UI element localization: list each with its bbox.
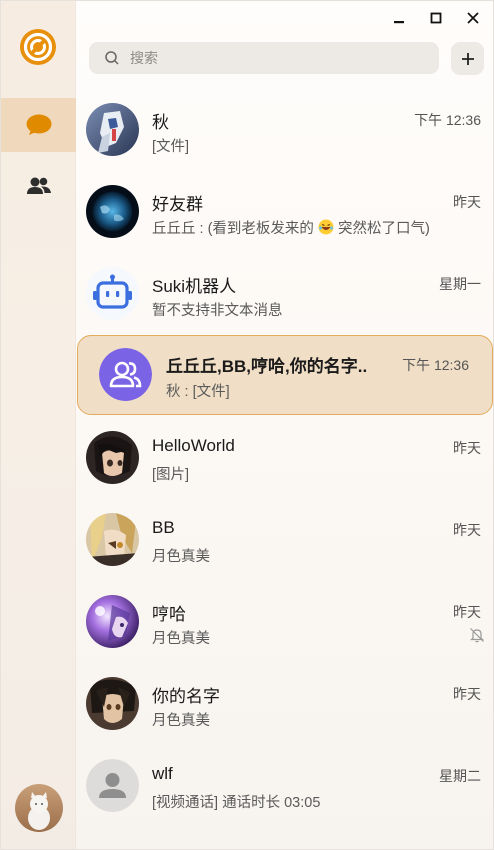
chat-name: BB xyxy=(152,518,175,537)
preview-text: 丘丘丘 : (看到老板发来的 xyxy=(152,221,314,237)
group-icon xyxy=(99,348,152,401)
add-button[interactable] xyxy=(451,42,484,75)
nav-contacts[interactable] xyxy=(1,159,76,213)
chat-time: 昨天 xyxy=(453,604,481,620)
search-input[interactable] xyxy=(130,50,410,66)
chat-name: 丘丘丘,BB,哼哈,你的名字.. xyxy=(166,357,368,376)
chat-time: 星期二 xyxy=(439,768,481,784)
chat-name: HelloWorld xyxy=(152,436,235,455)
chat-list-item[interactable]: 好友群 昨天 丘丘丘 : (看到老板发来的 突然松了口气) xyxy=(77,170,493,252)
contact-avatar xyxy=(86,267,139,320)
preview-text: 突然松了口气) xyxy=(337,221,430,237)
muted-bell-icon xyxy=(469,627,485,643)
chat-preview: 暂不支持非文本消息 xyxy=(152,303,283,319)
chat-list-item[interactable]: 哼哈 昨天 月色真美 xyxy=(77,580,493,662)
group-avatar xyxy=(99,348,152,401)
chat-list-item[interactable]: wlf 星期二 [视频通话] 通话时长 03:05 xyxy=(77,744,493,826)
chat-time: 昨天 xyxy=(453,194,481,210)
search-bar[interactable] xyxy=(89,42,439,74)
contact-avatar xyxy=(86,595,139,648)
chat-bubble-icon xyxy=(26,114,51,135)
sidebar xyxy=(1,1,76,849)
laughing-emoji-icon xyxy=(318,219,334,235)
default-user-icon xyxy=(86,759,139,812)
chat-list-item[interactable]: BB 昨天 月色真美 xyxy=(77,498,493,580)
contact-avatar xyxy=(86,431,139,484)
chat-preview: [图片] xyxy=(152,467,190,483)
close-icon xyxy=(467,12,479,24)
nav-chat[interactable] xyxy=(1,98,76,152)
contact-avatar xyxy=(86,677,139,730)
chat-preview: [视频通话] 通话时长 03:05 xyxy=(152,795,321,811)
close-button[interactable] xyxy=(461,7,485,29)
maximize-button[interactable] xyxy=(424,7,448,29)
chat-list-item[interactable]: 你的名字 昨天 月色真美 xyxy=(77,662,493,744)
chat-preview: 月色真美 xyxy=(152,631,210,647)
chat-list-item-selected[interactable]: 丘丘丘,BB,哼哈,你的名字.. 下午 12:36 秋 : [文件] xyxy=(77,334,493,416)
chat-name: 秋 xyxy=(152,113,169,132)
chat-time: 星期一 xyxy=(439,276,481,292)
chat-name: 你的名字 xyxy=(152,687,220,706)
chat-time: 昨天 xyxy=(453,686,481,702)
minimize-icon xyxy=(394,21,404,24)
chat-list-item[interactable]: 秋 下午 12:36 [文件] xyxy=(77,88,493,170)
contact-avatar xyxy=(86,759,139,812)
plus-icon xyxy=(461,52,474,65)
contact-avatar xyxy=(86,513,139,566)
chat-time: 下午 12:36 xyxy=(402,357,469,373)
chat-name: Suki机器人 xyxy=(152,277,237,296)
chat-preview: 月色真美 xyxy=(152,713,210,729)
search-icon xyxy=(105,51,119,65)
chat-name: 好友群 xyxy=(152,195,203,214)
chat-time: 昨天 xyxy=(453,522,481,538)
chat-list-item[interactable]: HelloWorld 昨天 [图片] xyxy=(77,416,493,498)
app-logo-icon xyxy=(19,28,57,66)
app-window: 秋 下午 12:36 [文件] 好友群 昨天 丘丘丘 : (看到老板发来的 xyxy=(0,0,494,850)
chat-time: 昨天 xyxy=(453,440,481,456)
chat-list-item[interactable]: Suki机器人 星期一 暂不支持非文本消息 xyxy=(77,252,493,334)
chat-time: 下午 12:36 xyxy=(414,112,481,128)
chat-name: 哼哈 xyxy=(152,605,186,624)
contact-avatar xyxy=(86,185,139,238)
maximize-icon xyxy=(430,12,442,24)
contact-avatar xyxy=(86,103,139,156)
chat-preview: 秋 : [文件] xyxy=(166,384,230,400)
chat-name: wlf xyxy=(152,764,173,783)
bot-icon xyxy=(86,267,139,320)
chat-preview: [文件] xyxy=(152,139,190,155)
chat-preview: 丘丘丘 : (看到老板发来的 突然松了口气) xyxy=(152,217,430,238)
contacts-icon xyxy=(26,177,51,194)
my-avatar[interactable] xyxy=(15,784,63,832)
chat-preview: 月色真美 xyxy=(152,549,210,565)
minimize-button[interactable] xyxy=(387,7,411,29)
chat-list: 秋 下午 12:36 [文件] 好友群 昨天 丘丘丘 : (看到老板发来的 突然… xyxy=(77,88,493,826)
